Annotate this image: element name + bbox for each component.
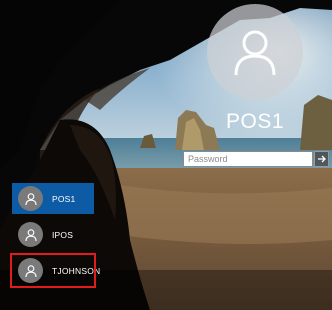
- user-list-item-label: POS1: [52, 193, 76, 204]
- submit-button[interactable]: [314, 151, 329, 167]
- user-switcher-list: POS1 IPOS TJOHNSON: [10, 183, 100, 291]
- user-avatar: [18, 222, 43, 247]
- user-silhouette-icon: [24, 192, 37, 205]
- user-avatar: [18, 186, 43, 211]
- user-silhouette-icon: [234, 30, 276, 76]
- user-list-item-tjohnson[interactable]: TJOHNSON: [10, 253, 100, 288]
- user-avatar-large: [207, 4, 303, 100]
- user-list-item-ipos[interactable]: IPOS: [12, 219, 94, 250]
- arrow-right-icon: [317, 155, 326, 163]
- user-silhouette-icon: [24, 228, 37, 241]
- user-list-item-label: TJOHNSON: [52, 265, 101, 276]
- selected-username: POS1: [225, 110, 285, 133]
- user-list-item-pos1[interactable]: POS1: [12, 183, 94, 214]
- user-silhouette-icon: [24, 264, 37, 277]
- password-input[interactable]: [183, 151, 313, 167]
- user-list-item-label: IPOS: [52, 229, 74, 240]
- user-avatar: [18, 258, 43, 283]
